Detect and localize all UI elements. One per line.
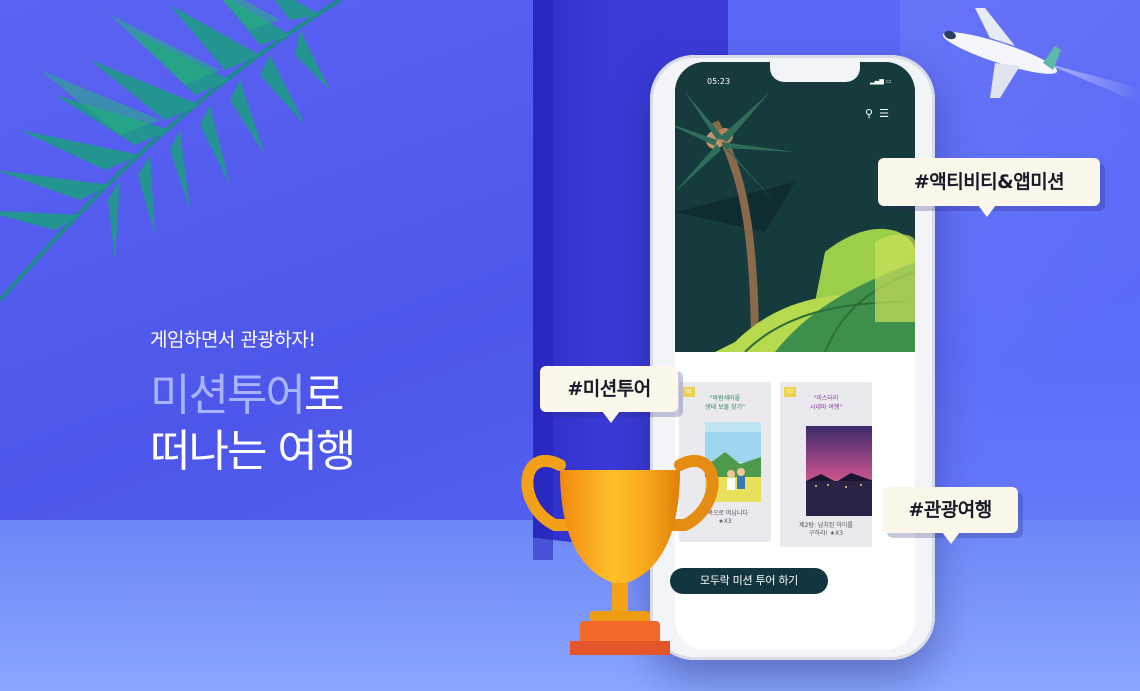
promo-banner: 게임하면서 관광하자! 미션투어로 떠나는 여행 05:23 ▂▄▆ ▭ ⚲ ☰… [0, 0, 1140, 691]
hashtag-bubble-tour: #관광여행 [882, 487, 1018, 544]
hero-title-line-2: 떠나는 여행 [150, 426, 356, 477]
search-icon[interactable]: ⚲ [865, 107, 873, 120]
hero-subtitle: 게임하면서 관광하자! [150, 329, 316, 351]
card-caption: 제2탐: 납치된 아이를 구하라! ★X3 [780, 522, 872, 538]
palm-leaf-illustration [0, 0, 342, 302]
card-title-line-1: "바람세마을 [709, 395, 741, 402]
jungle-illustration [675, 62, 915, 352]
card-title-line-2: 생태 보물 찾기" [705, 404, 745, 411]
app-top-icons: ⚲ ☰ [865, 107, 889, 120]
hero-title: 미션투어로 떠나는 여행 [150, 368, 356, 480]
phone-notch [770, 62, 860, 82]
status-time: 05:23 [707, 77, 731, 86]
status-icons: ▂▄▆ ▭ [870, 78, 892, 85]
card-caption-line-1: 제2탐: 납치된 아이를 [799, 522, 853, 529]
mission-card[interactable]: 02 "미스터리 시네마 여행" 제2탐: 납치된 아이를 구하라! ★X3 [780, 382, 872, 547]
airplane-icon [942, 8, 1140, 103]
app-hero-image: 05:23 ▂▄▆ ▭ ⚲ ☰ [675, 62, 915, 352]
hashtag-bubble-activity: #액티비티&앱미션 [878, 158, 1100, 217]
menu-icon[interactable]: ☰ [879, 107, 889, 120]
card-caption-line-2: 구하라! ★X3 [808, 530, 844, 537]
hero-title-suffix: 로 [303, 370, 345, 421]
card-image-sunset [806, 426, 872, 516]
trophy-icon [521, 455, 719, 655]
hero-title-highlight: 미션투어 [150, 370, 306, 421]
hashtag-bubble-mission: #미션투어 [540, 366, 678, 423]
card-title-line-2: 시네마 여행" [809, 404, 843, 411]
card-title: "바람세마을 생태 보물 찾기" [679, 394, 771, 412]
card-title-line-1: "미스터리 [813, 395, 839, 402]
card-title: "미스터리 시네마 여행" [780, 394, 872, 412]
